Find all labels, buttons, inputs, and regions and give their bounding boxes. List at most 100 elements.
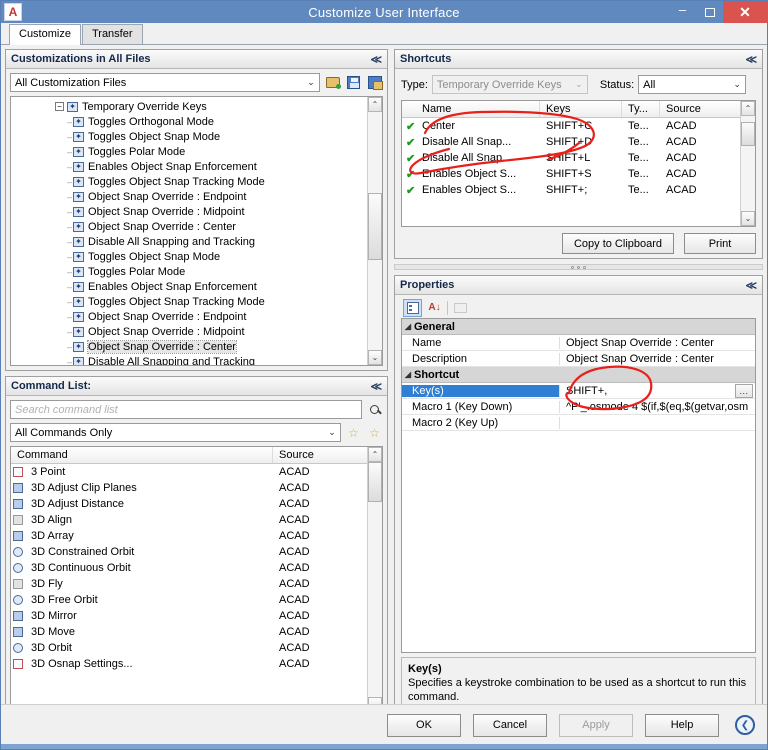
command-row[interactable]: 3D Adjust Distance ACAD <box>11 496 367 512</box>
customizations-tree[interactable]: − ✦ Temporary Override Keys – ✦ Toggles Or… <box>10 96 383 366</box>
tree-item[interactable]: – ✦ Enables Object Snap Enforcement <box>11 279 367 294</box>
close-button[interactable]: ✕ <box>723 1 767 23</box>
tree-item[interactable]: – ✦ Object Snap Override : Midpoint <box>11 204 367 219</box>
expand-triangle-icon[interactable]: ◢ <box>402 370 414 379</box>
tree-row-root[interactable]: − ✦ Temporary Override Keys <box>11 99 367 114</box>
command-row[interactable]: 3D Continuous Orbit ACAD <box>11 560 367 576</box>
column-header-type[interactable]: Ty... <box>622 101 660 117</box>
command-scroll-thumb[interactable] <box>368 462 382 502</box>
property-category-row[interactable]: ◢ General <box>402 319 755 335</box>
column-header-keys[interactable]: Keys <box>540 101 622 117</box>
help-button[interactable]: Help <box>645 713 719 737</box>
print-button[interactable]: Print <box>684 233 756 254</box>
tab-customize[interactable]: Customize <box>9 24 81 45</box>
tree-item[interactable]: – ✦ Toggles Polar Mode <box>11 144 367 159</box>
column-header-name[interactable]: Name <box>416 101 540 117</box>
column-header-command[interactable]: Command <box>11 447 273 463</box>
collapse-chevron-icon[interactable]: ≪ <box>745 279 757 292</box>
command-scroll-track[interactable] <box>368 462 382 697</box>
type-combo[interactable]: Temporary Override Keys ⌄ <box>431 75 588 94</box>
property-row[interactable]: Key(s) SHIFT+,... <box>402 383 755 399</box>
tree-item[interactable]: – ✦ Toggles Object Snap Tracking Mode <box>11 294 367 309</box>
column-header-source[interactable]: Source <box>273 447 367 463</box>
column-header-source[interactable]: Source <box>660 101 740 117</box>
expand-triangle-icon[interactable]: ◢ <box>402 322 414 331</box>
minimize-button[interactable]: – <box>669 1 696 23</box>
shortcut-row[interactable]: ✔ Enables Object S... SHIFT+; Te... ACAD <box>402 182 740 198</box>
tree-item[interactable]: – ✦ Toggles Object Snap Tracking Mode <box>11 174 367 189</box>
tree-scroll-track[interactable] <box>368 112 382 350</box>
shortcut-row[interactable]: ✔ Disable All Snap... SHIFT+D Te... ACAD <box>402 134 740 150</box>
open-file-button[interactable] <box>324 74 341 91</box>
property-row[interactable]: Macro 1 (Key Down) ^P'_.osmode 4 $(if,$(e… <box>402 399 755 415</box>
save-as-button[interactable] <box>366 74 383 91</box>
property-grid[interactable]: ◢ General Name Object Snap Override : Cente… <box>401 318 756 653</box>
command-row[interactable]: 3D Array ACAD <box>11 528 367 544</box>
enabled-check-icon[interactable]: ✔ <box>402 120 416 133</box>
collapse-dialog-button[interactable]: ❮ <box>735 715 755 735</box>
property-row[interactable]: Name Object Snap Override : Center <box>402 335 755 351</box>
tree-item[interactable]: – ✦ Object Snap Override : Midpoint <box>11 324 367 339</box>
shortcuts-scrollbar[interactable]: ⌃ ⌄ <box>740 101 755 226</box>
new-command-button[interactable]: ☆ <box>366 424 383 441</box>
shortcuts-scroll-track[interactable] <box>741 116 755 211</box>
tree-scroll-down-button[interactable]: ⌄ <box>368 350 382 365</box>
tree-item[interactable]: – ✦ Disable All Snapping and Tracking <box>11 234 367 249</box>
property-row[interactable]: Description Object Snap Override : Center <box>402 351 755 367</box>
shortcuts-scroll-up-button[interactable]: ⌃ <box>741 101 755 116</box>
tree-scroll-thumb[interactable] <box>368 192 382 260</box>
tree-item[interactable]: – ✦ Toggles Polar Mode <box>11 264 367 279</box>
shortcuts-listview[interactable]: Name Keys Ty... Source ✔ Center SHIFT+C Te.… <box>401 100 756 227</box>
command-row[interactable]: 3D Fly ACAD <box>11 576 367 592</box>
command-row[interactable]: 3D Mirror ACAD <box>11 608 367 624</box>
tree-item[interactable]: – ✦ Object Snap Override : Center <box>11 219 367 234</box>
tree-expander-icon[interactable]: − <box>55 102 64 111</box>
shortcuts-scroll-thumb[interactable] <box>741 121 755 147</box>
command-row[interactable]: 3D Constrained Orbit ACAD <box>11 544 367 560</box>
copy-to-clipboard-button[interactable]: Copy to Clipboard <box>562 233 674 254</box>
apply-button[interactable]: Apply <box>559 713 633 737</box>
property-page-button[interactable] <box>451 299 470 317</box>
property-category-row[interactable]: ◢ Shortcut <box>402 367 755 383</box>
shortcuts-scroll-down-button[interactable]: ⌄ <box>741 211 755 226</box>
tree-item[interactable]: – ✦ Toggles Object Snap Mode <box>11 129 367 144</box>
command-listview[interactable]: Command Source 3 Point ACAD 3D Adjust Clip… <box>10 446 383 713</box>
enabled-check-icon[interactable]: ✔ <box>402 168 416 181</box>
property-value-cell[interactable]: Object Snap Override : Center <box>560 353 755 365</box>
command-row[interactable]: 3D Adjust Clip Planes ACAD <box>11 480 367 496</box>
search-input[interactable]: Search command list <box>10 400 362 419</box>
collapse-chevron-icon[interactable]: ≪ <box>370 53 382 66</box>
property-value-cell[interactable]: Object Snap Override : Center <box>560 337 755 349</box>
tree-item[interactable]: – ✦ Object Snap Override : Center <box>11 339 367 354</box>
panel-splitter[interactable] <box>394 264 763 270</box>
maximize-button[interactable] <box>696 1 723 23</box>
find-command-button[interactable]: ☆ <box>345 424 362 441</box>
collapse-chevron-icon[interactable]: ≪ <box>370 380 382 393</box>
enabled-check-icon[interactable]: ✔ <box>402 136 416 149</box>
tree-scrollbar[interactable]: ⌃ ⌄ <box>367 97 382 365</box>
categorized-button[interactable] <box>403 298 422 317</box>
shortcut-row[interactable]: ✔ Disable All Snap... SHIFT+L Te... ACAD <box>402 150 740 166</box>
save-button[interactable] <box>345 74 362 91</box>
property-row[interactable]: Macro 2 (Key Up) <box>402 415 755 431</box>
ok-button[interactable]: OK <box>387 713 461 737</box>
tree-item[interactable]: – ✦ Toggles Orthogonal Mode <box>11 114 367 129</box>
command-row[interactable]: 3D Orbit ACAD <box>11 640 367 656</box>
command-scrollbar[interactable]: ⌃ ⌄ <box>367 447 382 712</box>
tab-transfer[interactable]: Transfer <box>81 24 143 44</box>
command-filter-combo[interactable]: All Commands Only ⌄ <box>10 423 341 442</box>
command-row[interactable]: 3D Free Orbit ACAD <box>11 592 367 608</box>
tree-item[interactable]: – ✦ Disable All Snapping and Tracking <box>11 354 367 365</box>
shortcut-row[interactable]: ✔ Enables Object S... SHIFT+S Te... ACAD <box>402 166 740 182</box>
command-row[interactable]: 3D Move ACAD <box>11 624 367 640</box>
customization-file-combo[interactable]: All Customization Files ⌄ <box>10 73 320 92</box>
collapse-chevron-icon[interactable]: ≪ <box>745 53 757 66</box>
enabled-check-icon[interactable]: ✔ <box>402 184 416 197</box>
search-button[interactable] <box>366 401 383 418</box>
property-ellipsis-button[interactable]: ... <box>735 383 753 398</box>
tree-item[interactable]: – ✦ Object Snap Override : Endpoint <box>11 189 367 204</box>
shortcut-row[interactable]: ✔ Center SHIFT+C Te... ACAD <box>402 118 740 134</box>
property-value-cell[interactable]: ^P'_.osmode 4 $(if,$(eq,$(getvar,osm <box>560 401 755 413</box>
tree-item[interactable]: – ✦ Toggles Object Snap Mode <box>11 249 367 264</box>
cancel-button[interactable]: Cancel <box>473 713 547 737</box>
